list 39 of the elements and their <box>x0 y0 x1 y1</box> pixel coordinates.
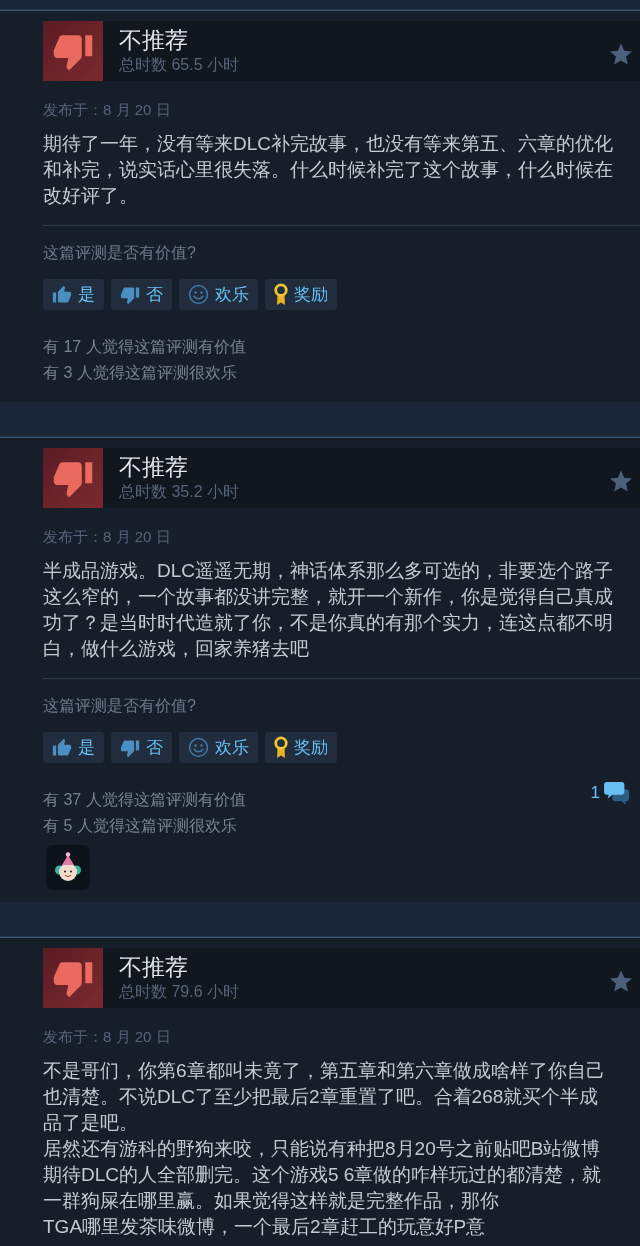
vote-button[interactable]: 否 <box>111 279 172 310</box>
review-verdict: 不推荐 <box>119 953 189 981</box>
vote-button[interactable]: 欢乐 <box>179 732 258 763</box>
vote-button[interactable]: 否 <box>111 732 172 763</box>
thumbs-up-icon <box>52 284 72 305</box>
award-ribbon-icon <box>274 283 288 306</box>
review-verdict: 不推荐 <box>119 453 189 481</box>
comments-link[interactable]: 1 <box>590 781 630 805</box>
vote-button[interactable]: 是 <box>43 732 104 763</box>
helpful-question: 这篇评测是否有价值? <box>43 696 197 716</box>
award-ribbon-icon <box>274 736 288 759</box>
vote-summary: 有 17 人觉得这篇评测有价值 <box>43 337 246 357</box>
posted-date: 发布于：8 月 20 日 <box>43 527 172 547</box>
vote-button[interactable]: 奖励 <box>265 279 337 310</box>
helpful-question: 这篇评测是否有价值? <box>43 243 197 263</box>
vote-button[interactable]: 奖励 <box>265 732 337 763</box>
vote-summary: 有 37 人觉得这篇评测有价值 <box>43 790 246 810</box>
playtime-text: 总时数 65.5 小时 <box>119 55 240 75</box>
vote-summary: 有 3 人觉得这篇评测很欢乐 <box>43 363 238 383</box>
review-text: TGA哪里发茶味微博，一个最后2章赶工的玩意好P意 <box>43 1215 487 1239</box>
posted-date: 发布于：8 月 20 日 <box>43 1027 172 1047</box>
review-text: 期待了一年，没有等来DLC补完故事，也没有等来第五、六章的优化和补完，说实话心里很失落。什么时候补完了这个故事，什么时候在改好评了。 <box>43 132 614 208</box>
posted-date: 发布于：8 月 20 日 <box>43 100 172 120</box>
review-text: 居然还有游科的野狗来咬，只能说有种把8月20号之前贴吧B站微博期待DLC的人全部删完。这个游戏5 6章做的咋样玩过的都清楚，就一群狗屎在哪里赢。如果觉得这样就是完整作品，那你 <box>43 1137 603 1213</box>
vote-button[interactable]: 欢乐 <box>179 279 258 310</box>
playtime-text: 总时数 79.6 小时 <box>119 982 240 1002</box>
review-verdict: 不推荐 <box>119 26 189 54</box>
review-text: 半成品游戏。DLC遥遥无期，神话体系那么多可选的，非要选个路子这么窄的，一个故事都没讲完整，就开一个新作，你是觉得自己真成功了？是当时时代造就了你，不是你真的有那个实力，连这点都不明白，做什么游戏，回家养猪去吧 <box>43 559 614 661</box>
smiley-icon <box>188 737 209 758</box>
review-text: 不是哥们，你第6章都叫未竟了，第五章和第六章做成啥样了你自己也清楚。不说DLC了至少把最后2章重置了吧。合着268就买个半成品了是吧。 <box>43 1059 606 1135</box>
thumbs-up-icon <box>52 737 72 758</box>
star-icon <box>610 969 632 992</box>
speech-bubbles-icon <box>604 781 630 805</box>
vote-summary: 有 5 人觉得这篇评测很欢乐 <box>43 816 238 836</box>
vote-button[interactable]: 是 <box>43 279 104 310</box>
playtime-text: 总时数 35.2 小时 <box>119 482 240 502</box>
star-icon <box>610 469 632 492</box>
star-icon <box>610 42 632 65</box>
smiley-icon <box>188 284 209 305</box>
